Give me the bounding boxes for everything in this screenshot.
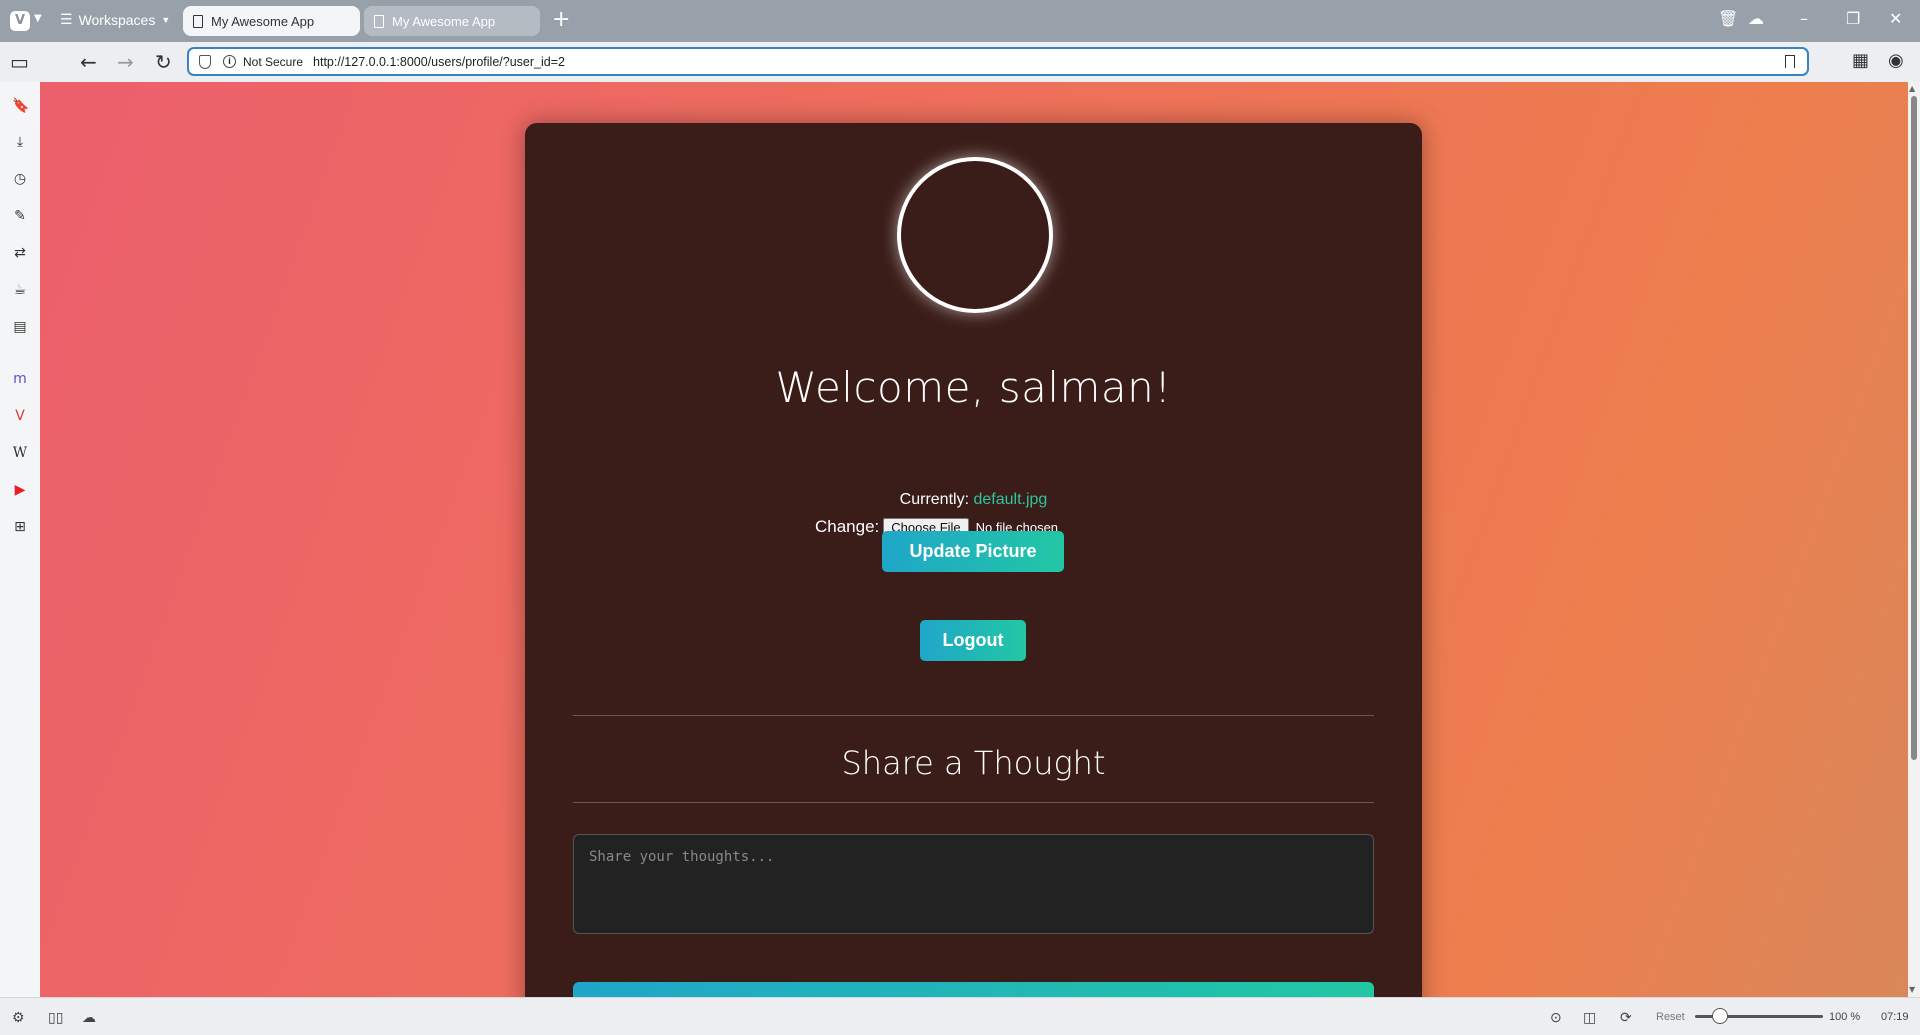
- shield-icon[interactable]: [199, 54, 211, 69]
- page-viewport: Welcome, salman! Currently: default.jpg …: [40, 82, 1908, 997]
- notes-icon[interactable]: ✎: [12, 208, 28, 224]
- browser-window: V ▼ ☰ Workspaces ▼ My Awesome App My Awe…: [0, 0, 1920, 1035]
- divider: [573, 802, 1374, 803]
- change-label: Change:: [815, 517, 880, 536]
- profile-card: Welcome, salman! Currently: default.jpg …: [525, 123, 1422, 997]
- tab-title: My Awesome App: [392, 13, 496, 29]
- post-thought-button[interactable]: [573, 982, 1374, 997]
- share-thought-heading: Share a Thought: [841, 744, 1106, 782]
- current-file-link[interactable]: default.jpg: [973, 491, 1047, 508]
- page-scrollbar[interactable]: ▲ ▼: [1908, 82, 1920, 997]
- address-toolbar: ▭ ← → ↻ i Not Secure http://127.0.0.1:80…: [0, 42, 1920, 82]
- currently-label: Currently:: [899, 491, 970, 508]
- extensions-icon[interactable]: ▦: [1852, 50, 1869, 71]
- reload-button[interactable]: ↻: [155, 50, 172, 74]
- youtube-icon[interactable]: ▶: [12, 482, 28, 498]
- page-actions-icon[interactable]: ⟳: [1620, 1009, 1632, 1026]
- mastodon-icon[interactable]: m: [12, 371, 28, 387]
- zoom-slider-handle[interactable]: [1712, 1008, 1728, 1024]
- chevron-down-icon[interactable]: ▼: [34, 13, 42, 24]
- bookmarks-icon[interactable]: 🔖: [12, 98, 29, 114]
- history-icon[interactable]: ◷: [12, 171, 28, 187]
- scroll-down-icon[interactable]: ▼: [1909, 985, 1915, 994]
- page-tiling-icon[interactable]: ◫: [1583, 1009, 1596, 1026]
- sidebar-toggle-icon[interactable]: ▭: [10, 50, 29, 74]
- tiling-icon[interactable]: ▯▯: [48, 1009, 63, 1026]
- update-picture-button[interactable]: Update Picture: [882, 531, 1064, 572]
- vivaldi-icon[interactable]: V: [12, 408, 28, 424]
- logout-button[interactable]: Logout: [920, 620, 1026, 661]
- downloads-icon[interactable]: ⤓: [12, 134, 28, 150]
- wikipedia-icon[interactable]: W: [12, 445, 28, 461]
- translate-icon[interactable]: ⇄: [12, 245, 28, 261]
- forward-button[interactable]: →: [117, 50, 134, 74]
- cloud-icon[interactable]: ☁: [1748, 9, 1764, 28]
- add-panel-icon[interactable]: ⊞: [12, 519, 28, 535]
- capture-icon[interactable]: ⊙: [1550, 1009, 1562, 1026]
- new-tab-button[interactable]: +: [552, 7, 570, 32]
- trash-icon[interactable]: 🗑: [1718, 9, 1738, 28]
- window-panel-icon[interactable]: ▤: [12, 319, 28, 335]
- current-picture-line: Currently: default.jpg: [525, 491, 1422, 509]
- minimize-button[interactable]: –: [1800, 9, 1808, 28]
- security-label[interactable]: Not Secure: [243, 55, 303, 69]
- clock: 07:19: [1881, 1011, 1909, 1023]
- chevron-down-icon: ▼: [161, 14, 171, 25]
- restore-button[interactable]: ❐: [1846, 9, 1860, 28]
- document-icon: [374, 14, 384, 28]
- zoom-level: 100 %: [1829, 1011, 1861, 1023]
- tab-active[interactable]: My Awesome App: [183, 6, 360, 36]
- tab-inactive[interactable]: My Awesome App: [364, 6, 540, 36]
- address-bar[interactable]: i Not Secure http://127.0.0.1:8000/users…: [187, 47, 1809, 76]
- back-button[interactable]: ←: [80, 50, 97, 74]
- scroll-thumb[interactable]: [1911, 96, 1917, 760]
- bookmark-icon[interactable]: [1785, 55, 1795, 68]
- sync-cloud-icon[interactable]: ☁: [82, 1009, 96, 1026]
- tab-bar: V ▼ ☰ Workspaces ▼ My Awesome App My Awe…: [0, 0, 1920, 42]
- workspaces-label: Workspaces: [78, 11, 156, 28]
- close-button[interactable]: ✕: [1889, 9, 1902, 28]
- reading-list-icon[interactable]: ☕: [12, 282, 28, 298]
- thought-textarea[interactable]: Share your thoughts...: [573, 834, 1374, 934]
- avatar: [897, 157, 1053, 313]
- side-panel: 🔖 ⤓ ◷ ✎ ⇄ ☕ ▤ m V W ▶ ⊞: [0, 82, 40, 997]
- url-text[interactable]: http://127.0.0.1:8000/users/profile/?use…: [313, 55, 565, 69]
- divider: [573, 715, 1374, 716]
- vivaldi-menu-icon[interactable]: V: [10, 11, 30, 31]
- zoom-reset-button[interactable]: Reset: [1656, 1011, 1685, 1023]
- document-icon: [193, 14, 203, 28]
- status-bar: ⚙ ▯▯ ☁ ⊙ ◫ ⟳ Reset 100 % 07:19: [0, 997, 1920, 1035]
- profile-avatar-icon[interactable]: ◉: [1888, 50, 1904, 71]
- tab-title: My Awesome App: [211, 13, 315, 29]
- workspaces-button[interactable]: ☰ Workspaces ▼: [60, 11, 170, 28]
- welcome-heading: Welcome, salman!: [775, 363, 1172, 412]
- layers-icon: ☰: [60, 11, 73, 27]
- info-icon[interactable]: i: [223, 55, 236, 68]
- scroll-up-icon[interactable]: ▲: [1909, 84, 1915, 93]
- settings-gear-icon[interactable]: ⚙: [12, 1009, 25, 1026]
